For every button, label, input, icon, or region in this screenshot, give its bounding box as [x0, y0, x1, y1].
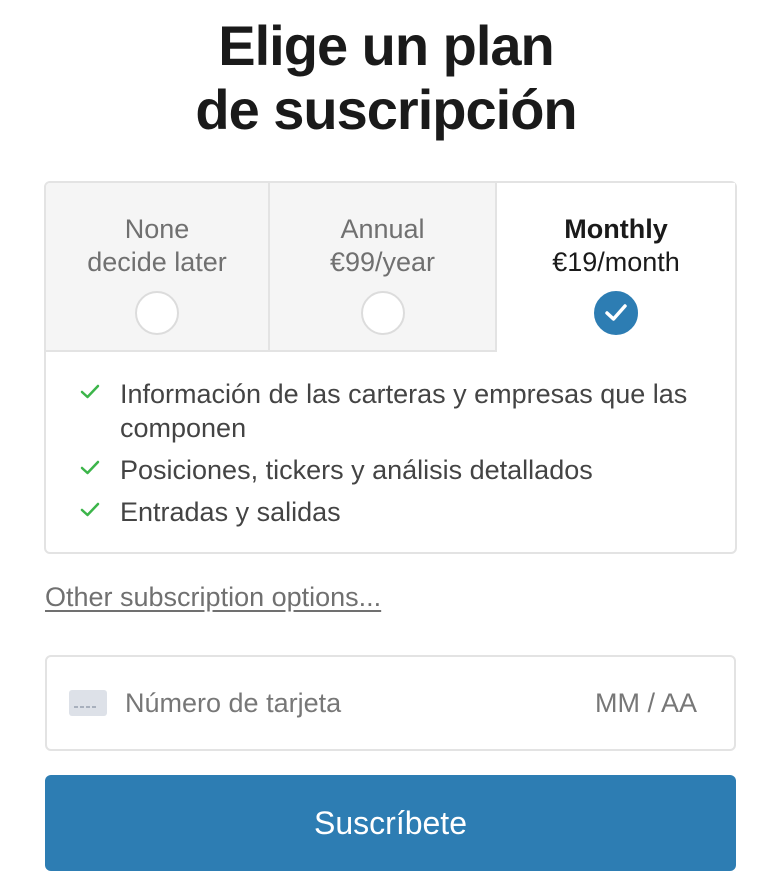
- title-line-2: de suscripción: [195, 78, 577, 141]
- credit-card-icon: [69, 690, 107, 716]
- plan-option-monthly[interactable]: Monthly €19/month: [497, 183, 735, 352]
- checkmark-icon: [80, 384, 100, 399]
- checkmark-icon: [605, 304, 627, 321]
- checkmark-icon: [80, 460, 100, 475]
- feature-text: Posiciones, tickers y análisis detallado…: [120, 455, 593, 485]
- other-subscription-options-link[interactable]: Other subscription options...: [45, 580, 381, 614]
- plan-option-none[interactable]: None decide later: [46, 183, 270, 352]
- plan-price: €99/year: [329, 247, 436, 277]
- checkmark-icon: [80, 502, 100, 517]
- plan-option-annual[interactable]: Annual €99/year: [270, 183, 497, 352]
- plan-selector: None decide later Annual €99/year Monthl…: [44, 181, 737, 554]
- plan-name: Annual: [340, 214, 425, 244]
- plan-name: None: [124, 214, 190, 244]
- plan-radio[interactable]: [135, 291, 179, 335]
- feature-item: Posiciones, tickers y análisis detallado…: [80, 453, 700, 487]
- plan-name: Monthly: [564, 214, 668, 244]
- plan-price: decide later: [87, 247, 227, 277]
- feature-item: Entradas y salidas: [80, 495, 700, 529]
- plan-radio[interactable]: [360, 291, 405, 335]
- card-input-field[interactable]: [45, 655, 736, 751]
- feature-item: Información de las carteras y empresas q…: [80, 377, 700, 445]
- feature-list: Información de las carteras y empresas q…: [80, 377, 700, 537]
- title-line-1: Elige un plan: [218, 14, 554, 77]
- card-expiry-input[interactable]: [567, 685, 697, 721]
- plan-options: None decide later Annual €99/year Monthl…: [46, 183, 735, 352]
- card-number-input[interactable]: [125, 685, 545, 721]
- plan-price: €19/month: [552, 247, 680, 277]
- feature-text: Información de las carteras y empresas q…: [120, 379, 688, 443]
- subscribe-button[interactable]: Suscríbete: [45, 775, 736, 871]
- plan-radio-selected[interactable]: [594, 291, 638, 335]
- feature-text: Entradas y salidas: [120, 497, 341, 527]
- page-title: Elige un plan de suscripción: [0, 14, 772, 142]
